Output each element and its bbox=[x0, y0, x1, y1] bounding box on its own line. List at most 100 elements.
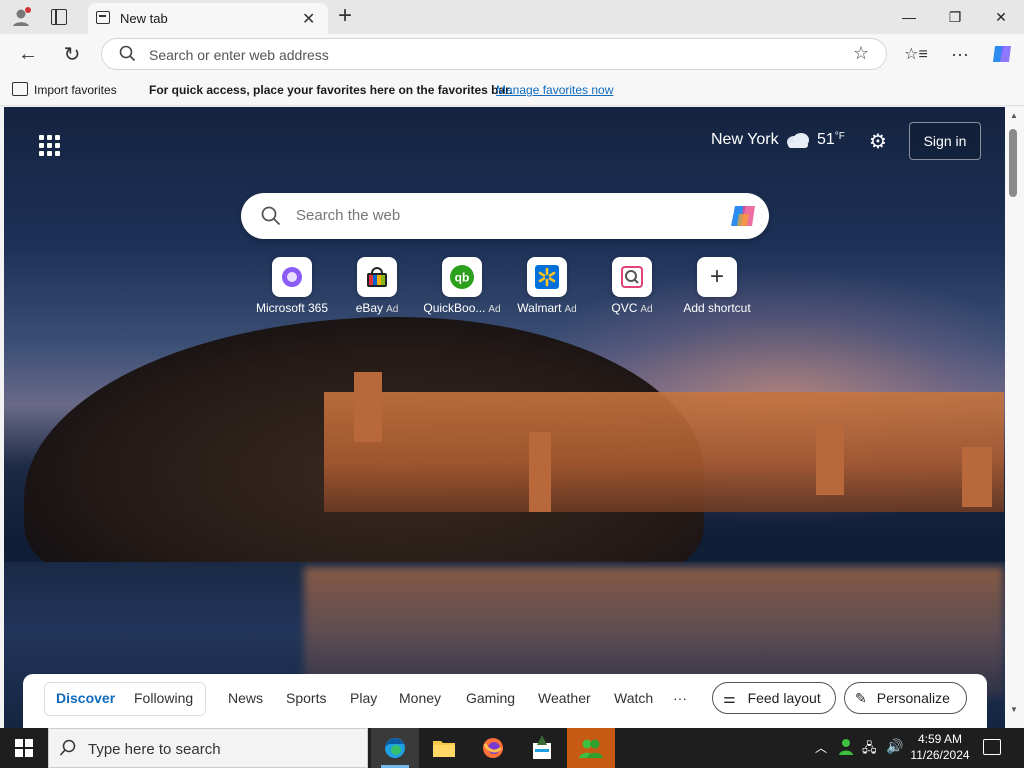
back-button[interactable]: ← bbox=[14, 40, 42, 68]
sliders-icon: ⚌ bbox=[723, 689, 736, 706]
clock-date: 11/26/2024 bbox=[910, 748, 970, 762]
tab-weather[interactable]: Weather bbox=[538, 690, 591, 706]
refresh-button[interactable]: ↻ bbox=[58, 40, 86, 68]
more-tabs-button[interactable]: ··· bbox=[673, 690, 687, 706]
shortcut-microsoft-365[interactable]: Microsoft 365 bbox=[250, 257, 334, 315]
copilot-search-icon[interactable] bbox=[729, 202, 759, 235]
shortcut-label: Walmart bbox=[517, 301, 562, 315]
svg-text:qb: qb bbox=[455, 271, 470, 285]
user-tray-icon[interactable] bbox=[838, 738, 854, 761]
ad-badge: Ad bbox=[488, 304, 501, 315]
ad-badge: Ad bbox=[640, 304, 653, 315]
personalize-icon: ✎ bbox=[855, 689, 867, 706]
feed-layout-button[interactable]: ⚌ Feed layout bbox=[712, 682, 836, 714]
tab-play[interactable]: Play bbox=[350, 690, 377, 706]
ad-badge: Ad bbox=[564, 304, 577, 315]
weather-temperature[interactable]: 51°F bbox=[817, 131, 845, 149]
shortcut-qvc[interactable]: QVC Ad bbox=[590, 257, 674, 315]
shortcut-label: Microsoft 365 bbox=[255, 301, 329, 315]
tab-watch[interactable]: Watch bbox=[614, 690, 653, 706]
restore-button[interactable]: ❐ bbox=[932, 0, 978, 34]
shortcut-quickbooks[interactable]: qb QuickBoo... Ad bbox=[420, 257, 504, 315]
background-tower bbox=[529, 432, 551, 512]
shortcut-walmart[interactable]: Walmart Ad bbox=[505, 257, 589, 315]
notifications-icon[interactable] bbox=[983, 739, 1001, 755]
copilot-icon[interactable] bbox=[988, 40, 1016, 68]
quickbooks-icon: qb bbox=[442, 257, 482, 297]
sign-in-button[interactable]: Sign in bbox=[909, 122, 981, 160]
tab-actions-icon[interactable] bbox=[51, 9, 67, 25]
app-installer-icon[interactable] bbox=[518, 728, 566, 768]
address-placeholder: Search or enter web address bbox=[149, 47, 329, 63]
new-tab-button[interactable]: + bbox=[338, 2, 352, 30]
background-tower bbox=[962, 447, 992, 507]
edge-taskbar-icon[interactable] bbox=[371, 728, 419, 768]
walmart-icon bbox=[527, 257, 567, 297]
volume-icon[interactable]: 🔊 bbox=[886, 738, 903, 755]
shortcut-label: QVC bbox=[611, 301, 638, 315]
start-button[interactable] bbox=[0, 728, 48, 768]
microsoft-365-icon bbox=[272, 257, 312, 297]
more-menu-button[interactable]: ··· bbox=[946, 40, 974, 68]
shortcut-label: Add shortcut bbox=[683, 301, 751, 315]
address-bar[interactable]: Search or enter web address ☆ bbox=[101, 38, 887, 70]
tab-news[interactable]: News bbox=[228, 690, 263, 706]
taskbar-search-box[interactable]: Type here to search bbox=[48, 728, 368, 768]
close-tab-icon[interactable]: ✕ bbox=[302, 9, 315, 29]
search-icon bbox=[119, 45, 136, 67]
network-icon[interactable]: 🖧 bbox=[862, 739, 877, 761]
weather-city[interactable]: New York bbox=[711, 131, 779, 149]
import-favorites-icon[interactable] bbox=[12, 82, 28, 96]
weather-temp-unit: °F bbox=[834, 131, 845, 142]
file-explorer-icon[interactable] bbox=[420, 728, 468, 768]
web-search-placeholder: Search the web bbox=[296, 207, 401, 224]
toolbar: ← ↻ Search or enter web address ☆ ☆≡ ··· bbox=[0, 34, 1024, 74]
shortcut-label: eBay bbox=[355, 301, 384, 315]
background-tower bbox=[816, 425, 844, 495]
feed-layout-label: Feed layout bbox=[747, 690, 821, 706]
tab-discover[interactable]: Discover bbox=[56, 690, 115, 706]
tray-overflow-icon[interactable]: ︿ bbox=[815, 739, 827, 756]
personalize-label: Personalize bbox=[876, 690, 950, 706]
tab-following[interactable]: Following bbox=[134, 690, 193, 706]
favorites-button[interactable]: ☆≡ bbox=[902, 40, 930, 68]
cloud-icon bbox=[785, 131, 811, 154]
favorites-bar-message: For quick access, place your favorites h… bbox=[149, 83, 513, 97]
ad-badge: Ad bbox=[386, 304, 399, 315]
personalize-button[interactable]: ✎ Personalize bbox=[844, 682, 967, 714]
shortcut-ebay[interactable]: eBay Ad bbox=[335, 257, 419, 315]
settings-gear-icon[interactable]: ⚙ bbox=[869, 129, 893, 153]
tab-title: New tab bbox=[120, 11, 168, 26]
clock-time: 4:59 AM bbox=[917, 732, 963, 746]
scroll-up-icon[interactable]: ▲ bbox=[1010, 111, 1018, 120]
manage-favorites-link[interactable]: Manage favorites now bbox=[496, 83, 613, 97]
search-icon bbox=[59, 739, 77, 762]
tab-gaming[interactable]: Gaming bbox=[466, 690, 515, 706]
apps-launcher-button[interactable] bbox=[34, 129, 62, 157]
page-scrollbar[interactable]: ▲ ▼ bbox=[1005, 107, 1024, 728]
import-favorites-link[interactable]: Import favorites bbox=[34, 83, 117, 97]
minimize-button[interactable]: — bbox=[886, 0, 932, 34]
scroll-down-icon[interactable]: ▼ bbox=[1010, 705, 1018, 714]
close-window-button[interactable]: ✕ bbox=[978, 0, 1024, 34]
qvc-icon bbox=[612, 257, 652, 297]
tab-sports[interactable]: Sports bbox=[286, 690, 326, 706]
people-app-icon[interactable] bbox=[567, 728, 615, 768]
profile-icon[interactable] bbox=[10, 6, 32, 28]
shortcut-add[interactable]: + Add shortcut bbox=[675, 257, 759, 315]
background-tower bbox=[354, 372, 382, 442]
scroll-thumb[interactable] bbox=[1009, 129, 1017, 197]
tab-money[interactable]: Money bbox=[399, 690, 441, 706]
plus-icon: + bbox=[697, 257, 737, 297]
favorite-star-icon[interactable]: ☆ bbox=[853, 43, 869, 64]
weather-temp-value: 51 bbox=[817, 131, 835, 148]
web-search-box[interactable]: Search the web bbox=[241, 193, 769, 239]
taskbar-search-placeholder: Type here to search bbox=[88, 741, 221, 758]
clock[interactable]: 4:59 AM 11/26/2024 bbox=[906, 731, 974, 763]
background-fortress bbox=[324, 392, 1004, 512]
firefox-icon[interactable] bbox=[469, 728, 517, 768]
feed-navigation-bar: Discover Following News Sports Play Mone… bbox=[23, 674, 987, 728]
tab-new-tab[interactable]: New tab ✕ bbox=[88, 3, 328, 34]
shortcut-label: QuickBoo... bbox=[423, 301, 486, 315]
taskbar: Type here to search ︿ 🖧 🔊 4:59 AM 11/26/… bbox=[0, 728, 1024, 768]
